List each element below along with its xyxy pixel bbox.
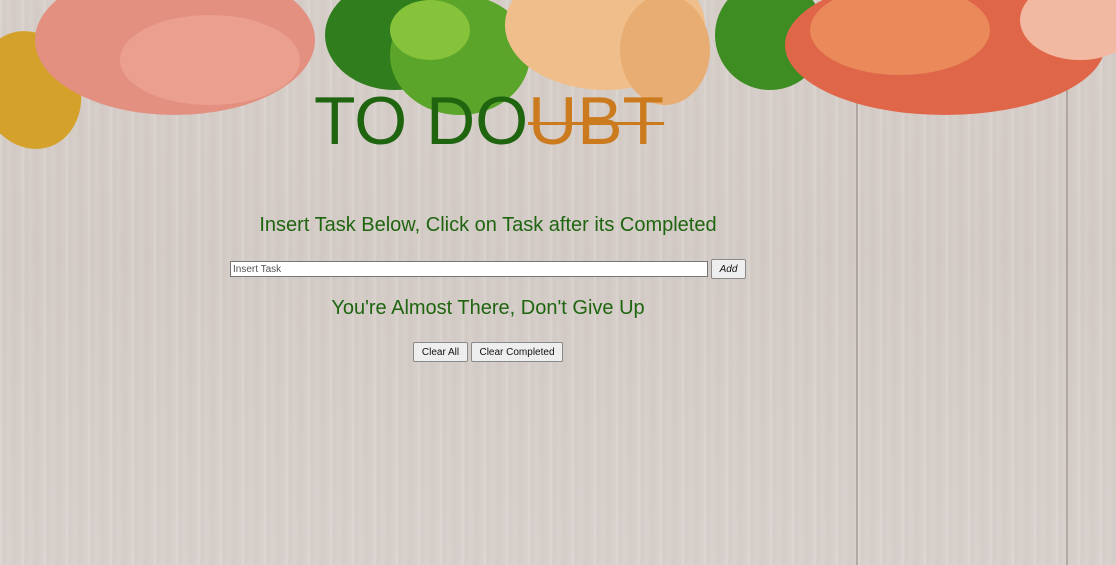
task-input[interactable]: [230, 261, 708, 277]
page-title: TO DOUBT: [314, 82, 664, 160]
add-button[interactable]: Add: [711, 259, 746, 279]
title-struck: UBT: [528, 83, 665, 159]
clear-completed-button[interactable]: Clear Completed: [471, 342, 563, 362]
action-buttons: Clear All Clear Completed: [413, 342, 563, 362]
instruction-text: Insert Task Below, Click on Task after i…: [259, 214, 717, 236]
clear-all-button[interactable]: Clear All: [413, 342, 468, 362]
wood-plank-seam: [1066, 0, 1068, 565]
motivation-text: You're Almost There, Don't Give Up: [331, 297, 645, 319]
app-page: TO DOUBT Insert Task Below, Click on Tas…: [0, 0, 1116, 565]
title-main: TO DO: [314, 83, 529, 159]
task-form: Add: [230, 259, 746, 279]
wood-plank-seam: [856, 0, 858, 565]
